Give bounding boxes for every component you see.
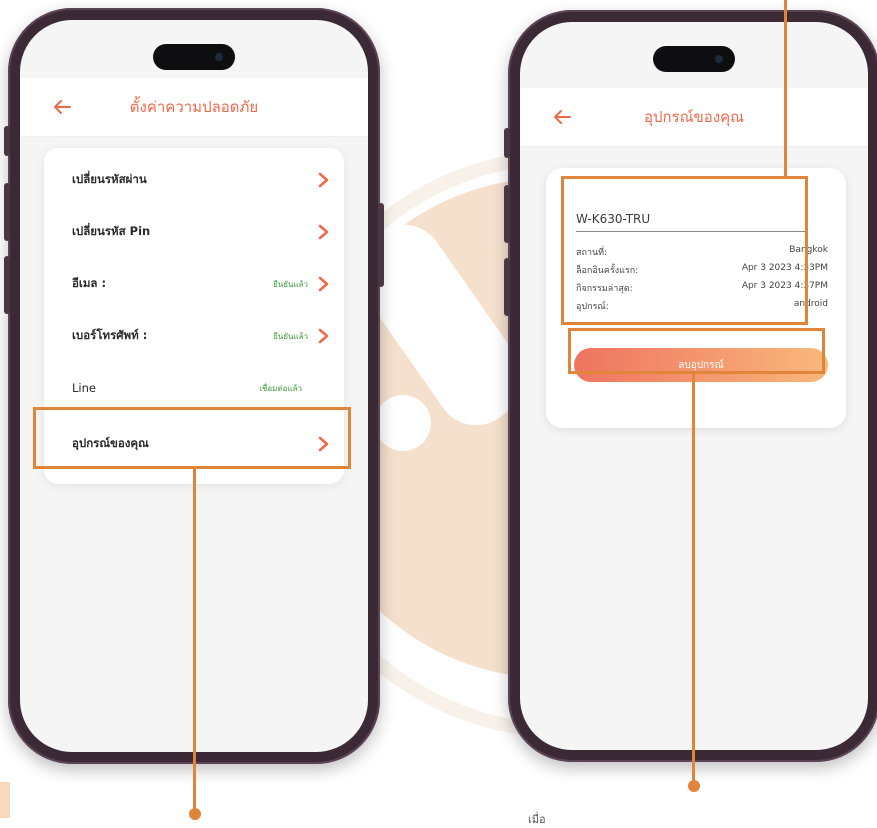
highlight-your-devices xyxy=(33,407,351,469)
page-title: อุปกรณ์ของคุณ xyxy=(643,108,745,126)
app-bar: ตั้งค่าความปลอดภัย xyxy=(20,78,368,137)
callout-line xyxy=(193,469,196,811)
menu-item-label: เปลี่ยนรหัสผ่าน xyxy=(72,172,147,186)
camera-icon xyxy=(715,55,723,63)
status-badge: เชื่อมต่อแล้ว xyxy=(259,383,302,393)
back-arrow-icon[interactable] xyxy=(552,107,572,127)
menu-item-label: อีเมล : xyxy=(72,276,107,290)
phone-side-button xyxy=(504,128,510,158)
phone-side-button xyxy=(4,126,10,156)
background-logo-dot xyxy=(375,395,431,451)
camera-icon xyxy=(215,53,223,61)
chevron-right-icon xyxy=(318,276,329,292)
menu-item-label: เบอร์โทรศัพท์ : xyxy=(72,328,148,342)
app-bar: อุปกรณ์ของคุณ xyxy=(520,88,868,147)
page-title: ตั้งค่าความปลอดภัย xyxy=(129,98,259,116)
phone-side-button xyxy=(4,256,10,314)
menu-item-change-pin[interactable]: เปลี่ยนรหัส Pin xyxy=(44,206,344,258)
menu-item-email[interactable]: อีเมล : ยืนยันแล้ว xyxy=(44,258,344,310)
menu-item-label: Line xyxy=(72,381,96,395)
caption-text: เมื่อ xyxy=(528,813,546,826)
highlight-device-info xyxy=(561,176,808,325)
phone-side-button xyxy=(4,183,10,241)
phone-side-button xyxy=(504,185,510,243)
callout-dot xyxy=(688,780,700,792)
callout-dot xyxy=(189,808,201,820)
phone-side-button xyxy=(504,258,510,316)
phone-power-button xyxy=(378,203,384,287)
menu-item-phone[interactable]: เบอร์โทรศัพท์ : ยืนยันแล้ว xyxy=(44,310,344,362)
highlight-delete-button xyxy=(568,328,825,374)
chevron-right-icon xyxy=(318,224,329,240)
back-arrow-icon[interactable] xyxy=(52,97,72,117)
callout-line xyxy=(692,374,695,784)
dynamic-island xyxy=(153,44,235,70)
callout-line xyxy=(784,0,787,177)
menu-item-change-password[interactable]: เปลี่ยนรหัสผ่าน xyxy=(44,154,344,206)
menu-item-label: เปลี่ยนรหัส Pin xyxy=(72,224,151,238)
status-badge: ยืนยันแล้ว xyxy=(273,331,308,341)
dynamic-island xyxy=(653,46,735,72)
chevron-right-icon xyxy=(318,328,329,344)
status-badge: ยืนยันแล้ว xyxy=(273,279,308,289)
chevron-right-icon xyxy=(318,172,329,188)
side-logo-mark xyxy=(0,782,10,818)
